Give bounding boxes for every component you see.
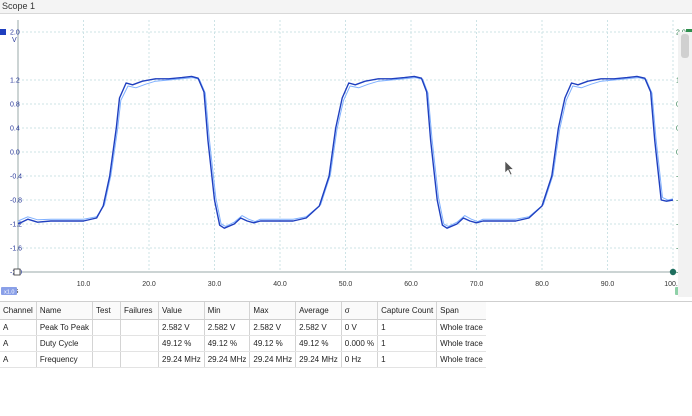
measurement-cell: A [0,319,37,336]
measurement-cell: 49.12 % [295,335,342,352]
measurement-cell: 1 [377,351,438,368]
left-tick-label: -1.6 [10,246,22,253]
column-header[interactable]: Min [204,302,251,320]
measurement-row[interactable]: A Duty Cycle 49.12 % 49.12 % 49.12 % 49.12 % 0… [0,335,486,352]
measurements-table: Channel Name Test Failures Value Min Max Averag… [0,302,486,368]
measurement-cell: 29.24 MHz [158,351,205,368]
x-tick-label: 30.0 [208,281,222,288]
scope-plot[interactable]: 2.01.20.80.40.0-0.4-0.8-1.2-1.6-2.0V2.01… [0,13,692,301]
window-titlebar: Scope 1 [0,0,692,14]
measurement-cell: 0.000 % [341,335,379,352]
measurement-cell: Whole trace [436,319,486,336]
window-title: Scope 1 [2,1,36,11]
column-header[interactable]: Channel [0,302,37,320]
column-header[interactable]: Span [436,302,486,320]
measurement-cell: Whole trace [436,351,486,368]
left-tick-label: 0.0 [10,150,20,157]
measurement-cell: Duty Cycle [36,335,94,352]
measurement-cell [92,319,122,336]
right-scrollbar[interactable] [678,32,692,297]
x-tick-label: 10.0 [77,281,91,288]
measurement-cell: A [0,351,37,368]
left-unit-label: V [12,37,17,44]
right-scrollbar-thumb[interactable] [681,34,689,58]
column-header[interactable]: Test [92,302,122,320]
column-header[interactable]: Name [36,302,94,320]
measurement-cell: 2.582 V [158,319,205,336]
measurement-cell [120,335,160,352]
x-tick-label: 70.0 [470,281,484,288]
left-tick-label: -0.4 [10,174,22,181]
left-tick-label: 2.0 [10,30,20,37]
measurement-cell: 49.12 % [249,335,297,352]
column-header[interactable]: Average [295,302,342,320]
measurement-cell: 1 [377,319,438,336]
column-header[interactable]: σ [341,302,379,320]
measurement-cell: 29.24 MHz [249,351,297,368]
measurement-cell: Frequency [36,351,94,368]
measurement-cell: 49.12 % [158,335,205,352]
column-header[interactable]: Capture Count [377,302,438,320]
x-tick-label: 80.0 [535,281,549,288]
left-tick-label: 1.2 [10,78,20,85]
measurement-cell: 29.24 MHz [295,351,342,368]
measurement-cell [120,319,160,336]
column-header[interactable]: Value [158,302,205,320]
measurements-body: A Peak To Peak 2.582 V 2.582 V 2.582 V 2.582 … [0,319,486,368]
x-tick-label: 20.0 [142,281,156,288]
measurement-row[interactable]: A Peak To Peak 2.582 V 2.582 V 2.582 V 2.582 … [0,319,486,336]
left-tick-label: 0.8 [10,102,20,109]
measurement-cell: A [0,335,37,352]
measurement-cell: 2.582 V [204,319,251,336]
measurement-cell [92,335,122,352]
measurement-cell: 0 V [341,319,379,336]
measurement-cell: 2.582 V [295,319,342,336]
trigger-marker-right[interactable] [669,268,677,276]
x-tick-label: 90.0 [601,281,615,288]
measurements-header-row: Channel Name Test Failures Value Min Max Averag… [0,302,486,320]
channel-a-marker[interactable] [0,29,6,35]
left-tick-label: 0.4 [10,126,20,133]
measurement-cell [92,351,122,368]
left-scale-badge-label: x1.0 [4,290,14,296]
measurement-cell: 49.12 % [204,335,251,352]
column-header[interactable]: Failures [120,302,160,320]
measurement-cell: 0 Hz [341,351,379,368]
column-header[interactable]: Max [249,302,297,320]
measurement-cell: 29.24 MHz [204,351,251,368]
measurement-cell: Peak To Peak [36,319,94,336]
left-tick-label: -0.8 [10,198,22,205]
x-tick-label: 40.0 [273,281,287,288]
x-tick-label: 60.0 [404,281,418,288]
trigger-marker-left[interactable] [13,268,21,276]
measurement-cell: Whole trace [436,335,486,352]
measurement-cell: 1 [377,335,438,352]
measurement-cell [120,351,160,368]
measurement-cell: 2.582 V [249,319,297,336]
measurement-row[interactable]: A Frequency 29.24 MHz 29.24 MHz 29.24 MHz 29.… [0,351,486,368]
x-tick-label: 50.0 [339,281,353,288]
